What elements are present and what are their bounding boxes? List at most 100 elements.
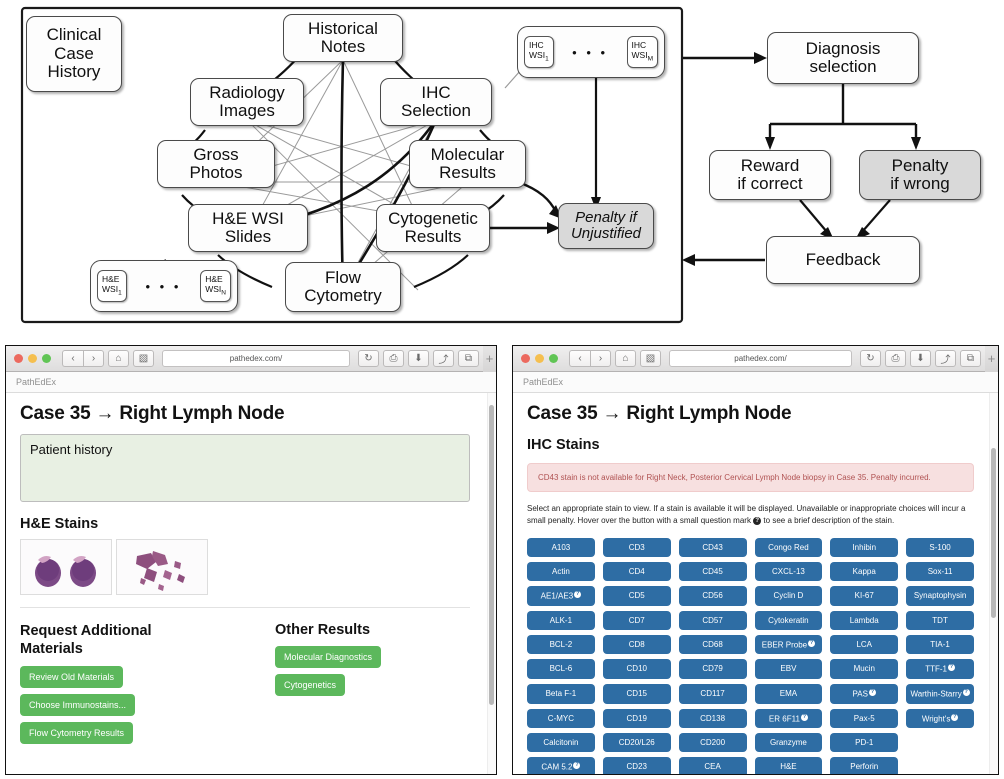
stain-button-wright-s[interactable]: Wright's? (906, 708, 974, 729)
new-tab-icon[interactable]: + (985, 346, 998, 372)
stain-button-cd200[interactable]: CD200 (678, 733, 747, 753)
stain-button-cea[interactable]: CEA (678, 757, 747, 774)
stain-button-pd-1[interactable]: PD-1 (830, 733, 899, 753)
stain-button-inhibin[interactable]: Inhibin (830, 538, 899, 557)
tabs-icon[interactable]: ⧉ (458, 350, 479, 367)
sidebar-icon[interactable]: ▧ (640, 350, 661, 367)
stain-button-warthin-starry[interactable]: Warthin-Starry? (906, 683, 974, 704)
stain-button-cd20-l26[interactable]: CD20/L26 (602, 733, 671, 753)
forward-icon[interactable]: › (83, 350, 104, 367)
tabs-icon[interactable]: ⧉ (960, 350, 981, 367)
scrollbar-thumb-right[interactable] (991, 448, 996, 618)
stain-button-calcitonin[interactable]: Calcitonin (527, 733, 595, 753)
molecular-diagnostics-button[interactable]: Molecular Diagnostics (275, 646, 382, 668)
stain-button-cd8[interactable]: CD8 (602, 634, 671, 655)
stain-button-ki-67[interactable]: KI-67 (830, 586, 899, 606)
download-icon[interactable]: ⬇ (910, 350, 931, 367)
stain-button-cd43[interactable]: CD43 (678, 538, 747, 557)
flow-cytometry-results-button[interactable]: Flow Cytometry Results (20, 722, 134, 745)
minimize-window-button[interactable] (535, 354, 544, 363)
stain-button-cd138[interactable]: CD138 (678, 708, 747, 729)
stain-button-congo-red[interactable]: Congo Red (754, 538, 823, 557)
stain-button-ebv[interactable]: EBV (754, 659, 823, 679)
stain-button-h-e[interactable]: H&E (754, 757, 823, 774)
help-icon[interactable]: ? (574, 591, 582, 598)
stain-button-cd15[interactable]: CD15 (602, 683, 671, 704)
close-window-button[interactable] (521, 354, 530, 363)
stain-button-ema[interactable]: EMA (754, 683, 823, 704)
home-icon[interactable]: ⌂ (108, 350, 129, 367)
choose-immunostains-button[interactable]: Choose Immunostains... (20, 694, 136, 717)
maximize-window-button[interactable] (549, 354, 558, 363)
close-window-button[interactable] (14, 354, 23, 363)
stain-button-cd5[interactable]: CD5 (602, 586, 671, 606)
stain-button-cytokeratin[interactable]: Cytokeratin (754, 610, 823, 630)
help-icon[interactable]: ? (808, 639, 816, 647)
stain-button-tdt[interactable]: TDT (906, 610, 974, 630)
stain-button-cd19[interactable]: CD19 (602, 708, 671, 729)
stain-button-a103[interactable]: A103 (527, 538, 595, 557)
stain-button-cam-5-2[interactable]: CAM 5.2? (527, 757, 595, 774)
stain-button-s-100[interactable]: S-100 (906, 538, 974, 557)
sidebar-icon[interactable]: ▧ (133, 350, 154, 367)
print-icon[interactable]: ⎙ (885, 350, 906, 367)
stain-button-cd57[interactable]: CD57 (678, 610, 747, 630)
stain-button-bcl-6[interactable]: BCL-6 (527, 659, 595, 679)
stain-button-lambda[interactable]: Lambda (830, 610, 899, 630)
patient-history-box[interactable]: Patient history (20, 434, 470, 502)
download-icon[interactable]: ⬇ (408, 350, 429, 367)
stain-button-cxcl-13[interactable]: CXCL-13 (754, 562, 823, 581)
help-icon[interactable]: ? (951, 713, 959, 721)
stain-button-granzyme[interactable]: Granzyme (754, 733, 823, 753)
stain-button-cd79[interactable]: CD79 (678, 659, 747, 679)
stain-button-cd4[interactable]: CD4 (602, 562, 671, 581)
address-bar[interactable]: pathedex.com/ (162, 350, 350, 367)
stain-button-alk-1[interactable]: ALK-1 (527, 610, 595, 630)
help-icon[interactable]: ? (800, 713, 808, 721)
reload-icon[interactable]: ↻ (860, 350, 881, 367)
maximize-window-button[interactable] (42, 354, 51, 363)
stain-button-pax-5[interactable]: Pax-5 (830, 708, 899, 729)
bookmark-pathedex[interactable]: PathEdEx (523, 377, 563, 387)
home-icon[interactable]: ⌂ (615, 350, 636, 367)
share-icon[interactable]: ⤴ (935, 350, 956, 367)
minimize-window-button[interactable] (28, 354, 37, 363)
address-bar[interactable]: pathedex.com/ (669, 350, 852, 367)
share-icon[interactable]: ⤴ (433, 350, 454, 367)
stain-button-cd56[interactable]: CD56 (678, 586, 747, 606)
he-thumbnail[interactable] (20, 539, 112, 595)
stain-button-cd3[interactable]: CD3 (602, 538, 671, 557)
reload-icon[interactable]: ↻ (358, 350, 379, 367)
stain-button-synaptophysin[interactable]: Synaptophysin (906, 586, 974, 606)
back-icon[interactable]: ‹ (62, 350, 83, 367)
scrollbar-thumb-left[interactable] (489, 405, 494, 705)
help-icon[interactable]: ? (868, 688, 876, 696)
back-icon[interactable]: ‹ (569, 350, 590, 367)
bookmark-pathedex[interactable]: PathEdEx (16, 377, 56, 387)
cytogenetics-button[interactable]: Cytogenetics (275, 674, 346, 696)
window-controls-left[interactable] (14, 354, 51, 363)
stain-button-ttf-1[interactable]: TTF-1? (906, 659, 974, 679)
he-thumbnail[interactable] (116, 539, 208, 595)
stain-button-mucin[interactable]: Mucin (830, 659, 899, 679)
help-icon[interactable]: ? (947, 664, 955, 672)
stain-button-bcl-2[interactable]: BCL-2 (527, 634, 595, 655)
stain-button-ae1-ae3[interactable]: AE1/AE3? (527, 586, 595, 606)
stain-button-kappa[interactable]: Kappa (830, 562, 899, 581)
window-controls-right[interactable] (521, 354, 558, 363)
print-icon[interactable]: ⎙ (383, 350, 404, 367)
stain-button-er-6f11[interactable]: ER 6F11? (754, 708, 823, 729)
new-tab-icon[interactable]: + (483, 346, 496, 372)
help-icon[interactable]: ? (962, 688, 970, 696)
stain-button-cd7[interactable]: CD7 (602, 610, 671, 630)
forward-icon[interactable]: › (590, 350, 611, 367)
stain-button-tia-1[interactable]: TIA-1 (906, 634, 974, 655)
stain-button-cd117[interactable]: CD117 (678, 683, 747, 704)
stain-button-cd45[interactable]: CD45 (678, 562, 747, 581)
stain-button-cyclin-d[interactable]: Cyclin D (754, 586, 823, 606)
stain-button-cd23[interactable]: CD23 (602, 757, 671, 774)
stain-button-cd68[interactable]: CD68 (678, 634, 747, 655)
review-old-materials-button[interactable]: Review Old Materials (20, 666, 124, 689)
stain-button-pas[interactable]: PAS? (830, 683, 899, 704)
stain-button-actin[interactable]: Actin (527, 562, 595, 581)
